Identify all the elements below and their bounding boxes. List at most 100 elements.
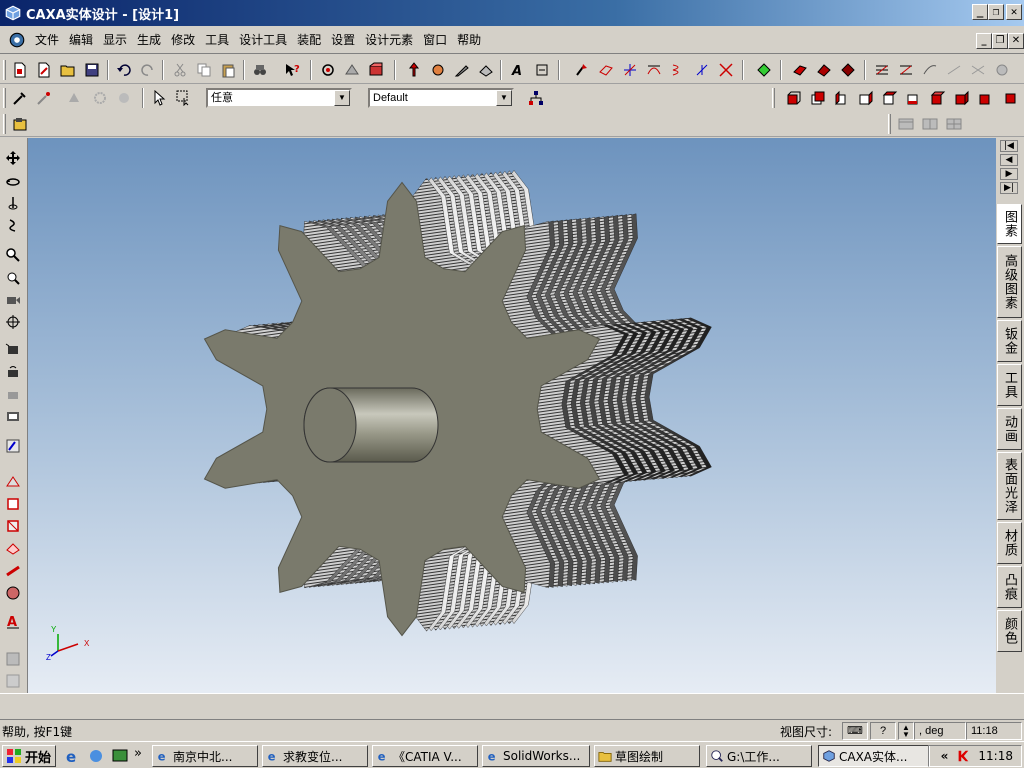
task-item[interactable]: e SolidWorks...: [482, 745, 590, 767]
text-tool-button[interactable]: A: [508, 60, 528, 80]
help-icon[interactable]: ?: [870, 722, 896, 740]
rectangle-button[interactable]: [3, 494, 23, 514]
box-button[interactable]: [3, 516, 23, 536]
task-item-active[interactable]: CAXA实体...: [818, 745, 930, 767]
gear-model[interactable]: Y X Z: [28, 138, 996, 693]
move-tool-button[interactable]: [404, 60, 424, 80]
trim-tool-button[interactable]: [716, 60, 736, 80]
toolbar-grip[interactable]: [888, 114, 891, 134]
gear-render-button[interactable]: [90, 88, 110, 108]
axis-tool-button[interactable]: [620, 60, 640, 80]
helix-tool-button[interactable]: [668, 60, 688, 80]
fit-view-button[interactable]: [3, 312, 23, 332]
rotate-tool-button[interactable]: [428, 60, 448, 80]
quicklaunch-more[interactable]: »: [134, 746, 142, 761]
menu-tools[interactable]: 工具: [200, 26, 234, 54]
view-top-button[interactable]: [880, 88, 900, 108]
tab-primitives[interactable]: 图素: [997, 204, 1022, 244]
layout-3-button[interactable]: [944, 114, 964, 134]
view-orbit-button[interactable]: [318, 60, 338, 80]
doc-minimize-button[interactable]: _: [976, 33, 992, 49]
smart-render-button[interactable]: [64, 88, 84, 108]
doc-restore-button[interactable]: ❐: [992, 33, 1008, 49]
extrude-button[interactable]: [790, 60, 810, 80]
grid-button[interactable]: [3, 671, 23, 691]
material-button[interactable]: [114, 88, 134, 108]
help-pointer-button[interactable]: ?: [282, 60, 302, 80]
toolbar-grip[interactable]: [3, 114, 6, 134]
quicklaunch-explorer-button[interactable]: [86, 746, 106, 766]
task-item[interactable]: 草图绘制: [594, 745, 700, 767]
minimize-button[interactable]: _: [972, 4, 988, 20]
project-tool-button[interactable]: [692, 60, 712, 80]
tab-material[interactable]: 材质: [997, 522, 1022, 564]
restore-button[interactable]: ❐: [988, 4, 1004, 20]
plane-tool-button[interactable]: [596, 60, 616, 80]
paste-button[interactable]: [218, 60, 238, 80]
tab-tools[interactable]: 工具: [997, 364, 1022, 406]
dock-button[interactable]: [3, 649, 23, 669]
zoom-window-button[interactable]: [3, 268, 23, 288]
loft-button[interactable]: [872, 60, 892, 80]
menu-assembly[interactable]: 装配: [292, 26, 326, 54]
menu-generate[interactable]: 生成: [132, 26, 166, 54]
view-iso2-button[interactable]: [952, 88, 972, 108]
toolbar-grip[interactable]: [772, 88, 775, 108]
view-iso3-button[interactable]: [976, 88, 996, 108]
paint-button[interactable]: [34, 88, 54, 108]
task-item[interactable]: G:\工作...: [706, 745, 812, 767]
menu-view[interactable]: 显示: [98, 26, 132, 54]
layout-1-button[interactable]: [896, 114, 916, 134]
tab-sheet-metal[interactable]: 钣金: [997, 320, 1022, 362]
toolbar-grip[interactable]: [3, 60, 6, 80]
dimension-tool-button[interactable]: [532, 60, 552, 80]
design-env-button[interactable]: [10, 114, 30, 134]
sphere-button[interactable]: [3, 583, 23, 603]
camera-zoom-button[interactable]: [3, 406, 23, 426]
eraser-tool-button[interactable]: [476, 60, 496, 80]
sketch-plane-button[interactable]: [3, 472, 23, 492]
start-button[interactable]: 开始: [2, 745, 56, 767]
new-drawing-button[interactable]: [34, 60, 54, 80]
tab-next-button[interactable]: ▶: [1000, 168, 1018, 180]
move-view-button[interactable]: [3, 148, 23, 168]
walk-view-button[interactable]: [3, 215, 23, 235]
quicklaunch-desktop-button[interactable]: [110, 746, 130, 766]
tab-prev-button[interactable]: ◀: [1000, 154, 1018, 166]
redo-button[interactable]: [138, 60, 158, 80]
curve-button[interactable]: [3, 561, 23, 581]
antivirus-icon[interactable]: [956, 749, 970, 763]
eyedropper-button[interactable]: [10, 88, 30, 108]
text-button[interactable]: A: [3, 611, 23, 631]
sweep-button[interactable]: [838, 60, 858, 80]
camera-tilt-button[interactable]: [3, 384, 23, 404]
camera-orbit-button[interactable]: [3, 362, 23, 382]
menu-window[interactable]: 窗口: [418, 26, 452, 54]
zoom-button[interactable]: [3, 245, 23, 265]
style-dropdown[interactable]: Default ▼: [368, 88, 514, 108]
layout-2-button[interactable]: [920, 114, 940, 134]
view-pan-button[interactable]: [342, 60, 362, 80]
view-iso-button[interactable]: [928, 88, 948, 108]
save-button[interactable]: [82, 60, 102, 80]
spline-tool-button[interactable]: [644, 60, 664, 80]
tab-animation[interactable]: 动画: [997, 408, 1022, 450]
view-properties-button[interactable]: [3, 436, 23, 456]
keyboard-icon[interactable]: ⌨: [842, 722, 868, 740]
camera-pos-button[interactable]: [3, 340, 23, 360]
shell-button[interactable]: [896, 60, 916, 80]
copy-button[interactable]: [194, 60, 214, 80]
design-viewport[interactable]: Y X Z: [28, 138, 996, 693]
view-left-button[interactable]: [832, 88, 852, 108]
menu-edit[interactable]: 编辑: [64, 26, 98, 54]
tab-emboss[interactable]: 凸痕: [997, 566, 1022, 608]
menu-settings[interactable]: 设置: [326, 26, 360, 54]
view-direction-button[interactable]: [3, 290, 23, 310]
find-button[interactable]: [250, 60, 270, 80]
mirror-button[interactable]: [992, 60, 1012, 80]
smart-snap-button[interactable]: [754, 60, 774, 80]
menu-modify[interactable]: 修改: [166, 26, 200, 54]
doc-close-button[interactable]: ✕: [1008, 33, 1024, 49]
tab-advanced-primitives[interactable]: 高级图素: [997, 246, 1022, 318]
select-arrow-button[interactable]: [150, 88, 170, 108]
